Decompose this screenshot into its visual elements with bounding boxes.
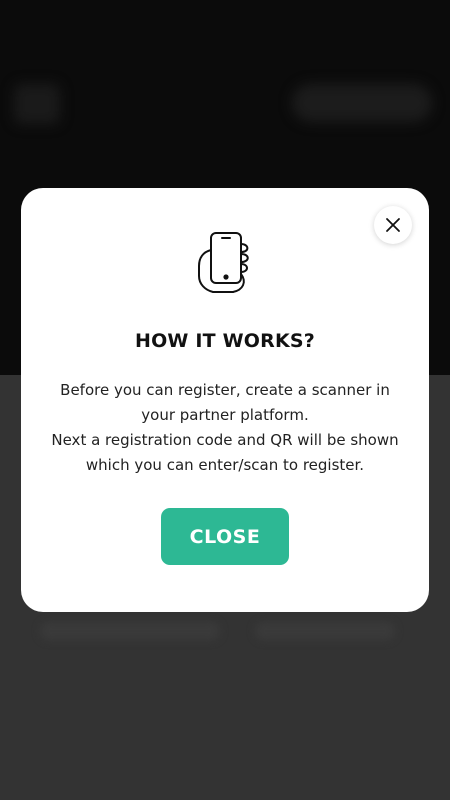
dialog-body-line: Next a registration code and QR will be …: [51, 431, 399, 449]
dialog-body: Before you can register, create a scanne…: [41, 378, 409, 478]
hand-holding-phone-icon: [198, 232, 249, 293]
dialog-body-line: Before you can register, create a scanne…: [60, 381, 390, 399]
background-menu-icon: [14, 84, 60, 124]
background-row-right: [255, 622, 395, 640]
dialog-body-line: which you can enter/scan to register.: [85, 456, 365, 474]
background-header-button: [292, 84, 432, 122]
close-icon: [386, 218, 400, 232]
dialog-close-button[interactable]: [374, 206, 412, 244]
close-button[interactable]: CLOSE: [161, 508, 289, 565]
how-it-works-dialog: HOW IT WORKS? Before you can register, c…: [21, 188, 429, 612]
dialog-body-line: your partner platform.: [141, 406, 309, 424]
dialog-title: HOW IT WORKS?: [134, 330, 316, 352]
background-row-left: [40, 622, 220, 640]
